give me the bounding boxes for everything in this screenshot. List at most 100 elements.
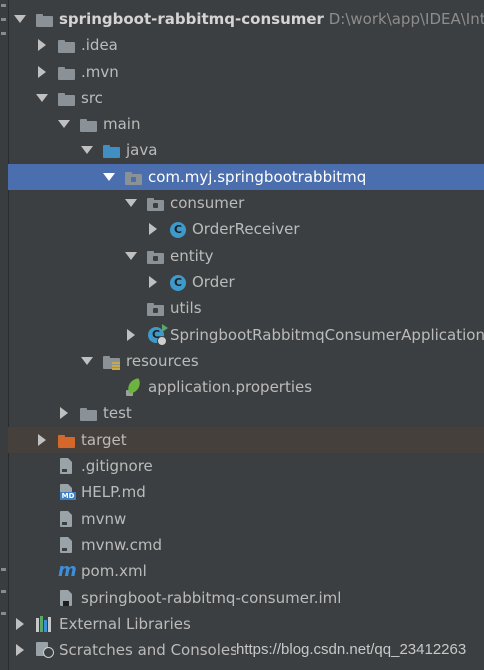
tree-label: Scratches and Consoles (59, 641, 238, 660)
libraries-icon (36, 615, 54, 632)
package-icon (147, 198, 164, 212)
tree-label: entity (170, 246, 214, 265)
tree-row-order-receiver[interactable]: C OrderReceiver (8, 216, 484, 242)
tree-row-pom[interactable]: m pom.xml (8, 558, 484, 584)
tree-row-package[interactable]: com.myj.springbootrabbitmq (8, 163, 484, 191)
tree-label: mvnw.cmd (81, 535, 163, 554)
chevron-right-icon[interactable] (127, 328, 135, 341)
tree-row-test[interactable]: test (8, 400, 484, 426)
chevron-down-icon[interactable] (125, 251, 137, 260)
tree-row-java[interactable]: java (8, 137, 484, 163)
spring-leaf-icon (125, 378, 143, 397)
chevron-right-icon[interactable] (38, 65, 46, 78)
tree-row-consumer[interactable]: consumer (8, 190, 484, 216)
tree-row-utils[interactable]: utils (8, 295, 484, 321)
chevron-down-icon[interactable] (81, 356, 93, 365)
chevron-right-icon[interactable] (149, 275, 157, 288)
tree-label: Order (192, 272, 235, 291)
md-badge: MD (60, 492, 76, 501)
tree-label: application.properties (148, 378, 313, 397)
tree-row-help-md[interactable]: MD HELP.md (8, 479, 484, 505)
chevron-right-icon[interactable] (16, 617, 24, 630)
tool-strip-mark (1, 4, 6, 7)
chevron-down-icon[interactable] (36, 93, 48, 102)
watermark-url: https://blog.csdn.net/qq_23412263 (236, 641, 467, 658)
tree-label: resources (126, 351, 199, 370)
chevron-down-icon[interactable] (125, 199, 137, 208)
folder-icon (58, 66, 75, 80)
folder-icon (80, 408, 97, 422)
module-folder-icon (36, 14, 53, 27)
tree-row-entity[interactable]: entity (8, 243, 484, 269)
folder-icon (58, 92, 75, 106)
tool-strip-mark (1, 32, 6, 35)
folder-icon (58, 40, 75, 54)
tree-label: pom.xml (81, 562, 147, 581)
chevron-right-icon[interactable] (16, 644, 24, 657)
folder-icon (80, 119, 97, 133)
tool-strip-mark (1, 612, 6, 615)
tree-row-target[interactable]: target (8, 426, 484, 454)
tree-row-mvn[interactable]: .mvn (8, 59, 484, 85)
tool-strip-mark (1, 18, 6, 21)
tree-label: .idea (81, 36, 118, 55)
tree-label: test (103, 404, 132, 423)
tree-label: External Libraries (59, 614, 191, 633)
tree-row-application-properties[interactable]: application.properties (8, 374, 484, 400)
resources-folder-icon (103, 355, 120, 370)
class-icon: C (170, 274, 186, 291)
tree-row-idea[interactable]: .idea (8, 32, 484, 58)
tree-label: SpringbootRabbitmqConsumerApplication (170, 325, 484, 344)
chevron-down-icon[interactable] (58, 120, 70, 129)
tree-label: consumer (170, 194, 245, 213)
chevron-right-icon[interactable] (38, 39, 46, 52)
file-icon (60, 510, 73, 527)
tree-row-resources[interactable]: resources (8, 348, 484, 374)
tree-row-application-class[interactable]: C SpringbootRabbitmqConsumerApplication (8, 322, 484, 348)
tree-label: .mvn (81, 62, 119, 81)
tree-row-gitignore[interactable]: .gitignore (8, 453, 484, 479)
chevron-right-icon[interactable] (149, 223, 157, 236)
chevron-down-icon[interactable] (103, 172, 115, 181)
chevron-right-icon[interactable] (60, 407, 68, 420)
tree-row-mvnw-cmd[interactable]: mvnw.cmd (8, 532, 484, 558)
project-name: springboot-rabbitmq-consumer (59, 10, 324, 28)
tree-row-mvnw[interactable]: mvnw (8, 506, 484, 532)
tree-label: HELP.md (81, 483, 146, 502)
tree-row-project-root[interactable]: springboot-rabbitmq-consumer D:\work\app… (8, 6, 484, 32)
package-icon (125, 171, 142, 185)
scratches-icon (36, 642, 54, 659)
tree-row-iml[interactable]: springboot-rabbitmq-consumer.iml (8, 585, 484, 611)
tree-row-external-libraries[interactable]: External Libraries (8, 611, 484, 637)
excluded-folder-icon (58, 434, 75, 448)
chevron-right-icon[interactable] (38, 433, 46, 446)
file-icon (60, 536, 73, 553)
tool-strip-mark (1, 568, 6, 571)
package-icon (147, 303, 164, 317)
tree-label: java (126, 141, 158, 160)
tool-strip-mark (1, 590, 6, 593)
tree-row-order[interactable]: C Order (8, 269, 484, 295)
tree-label: src (81, 88, 103, 107)
tree-label: mvnw (81, 509, 127, 528)
tree-label: com.myj.springbootrabbitmq (148, 167, 367, 186)
chevron-down-icon[interactable] (14, 15, 26, 23)
tree-row-main[interactable]: main (8, 111, 484, 137)
tree-label: .gitignore (81, 457, 153, 476)
markdown-file-icon: MD (60, 484, 76, 501)
tree-label: utils (170, 299, 202, 318)
chevron-down-icon[interactable] (81, 146, 93, 155)
tree-label: main (103, 115, 141, 134)
module-file-icon (60, 589, 73, 606)
class-icon: C (170, 222, 186, 239)
spring-boot-application-icon: C (148, 323, 168, 346)
project-path: D:\work\app\IDEA\Intelli (328, 10, 484, 28)
file-icon (60, 458, 73, 475)
tree-label: target (81, 430, 127, 449)
source-folder-icon (103, 145, 120, 159)
project-tree: springboot-rabbitmq-consumer D:\work\app… (8, 6, 484, 663)
tree-row-src[interactable]: src (8, 85, 484, 111)
maven-icon: m (58, 560, 77, 582)
tree-label: OrderReceiver (192, 220, 300, 239)
tree-label: springboot-rabbitmq-consumer.iml (81, 588, 342, 607)
